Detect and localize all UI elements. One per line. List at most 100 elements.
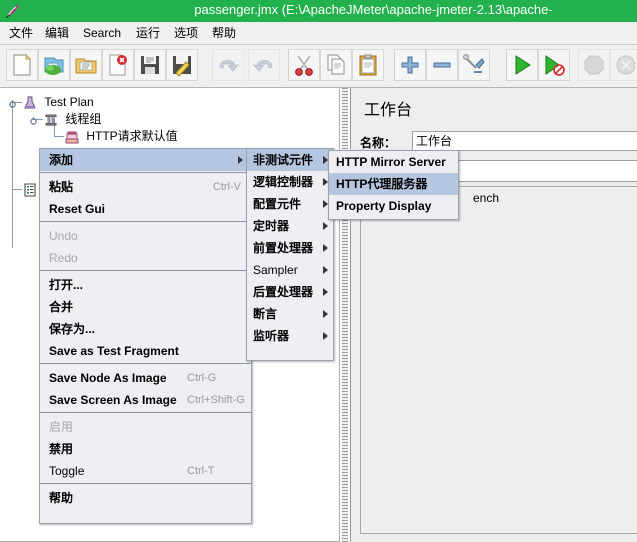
submenu-item-config-element[interactable]: 配置元件 xyxy=(247,193,333,215)
context-menu-item-enable[interactable]: 启用 xyxy=(40,416,251,438)
tree-node-label: HTTP请求默认值 xyxy=(86,129,178,144)
copy-pages-icon xyxy=(321,53,351,77)
workbench-description-box xyxy=(360,186,637,534)
new-document-icon xyxy=(7,53,37,77)
shutdown-button[interactable] xyxy=(610,49,637,81)
toggle-button[interactable] xyxy=(458,49,490,81)
start-no-pause-button[interactable] xyxy=(538,49,570,81)
context-menu-item-reset-gui[interactable]: Reset Gui xyxy=(40,198,251,220)
submenu-item-timer[interactable]: 定时器 xyxy=(247,215,333,237)
context-menu-item-save-as[interactable]: 保存为... xyxy=(40,318,251,340)
new-button[interactable] xyxy=(6,49,38,81)
redo-arrow-icon xyxy=(249,53,279,77)
context-menu-item-redo[interactable]: Redo xyxy=(40,247,251,269)
tree-node-thread-group[interactable]: 线程组 xyxy=(43,111,101,128)
context-menu-item-disable[interactable]: 禁用 xyxy=(40,438,251,460)
chevron-right-icon xyxy=(323,332,328,340)
submenu-item-assertions[interactable]: 断言 xyxy=(247,303,333,325)
menu-run[interactable]: 运行 xyxy=(131,24,165,42)
add-submenu[interactable]: 非测试元件 逻辑控制器 配置元件 定时器 前置处理器 Sampler 后置处理器… xyxy=(246,148,334,361)
open-button[interactable] xyxy=(70,49,102,81)
tree-node-test-plan[interactable]: Test Plan xyxy=(22,94,94,111)
test-plan-flask-icon xyxy=(22,95,38,111)
menu-edit[interactable]: 编辑 xyxy=(40,24,74,42)
context-menu-item-save-as-test-fragment[interactable]: Save as Test Fragment xyxy=(40,340,251,362)
tree-line-to-workbench xyxy=(12,189,22,190)
window-title: passenger.jmx (E:\ApacheJMeter\apache-jm… xyxy=(194,2,553,17)
redo-button[interactable] xyxy=(248,49,280,81)
green-play-no-timer-icon xyxy=(539,53,569,77)
clipboard-paste-icon xyxy=(353,53,383,77)
submenu-item-sampler[interactable]: Sampler xyxy=(247,259,333,281)
workbench-description-text: ench xyxy=(473,191,500,205)
minus-icon xyxy=(427,53,457,77)
tree-line-root xyxy=(12,102,13,248)
name-input[interactable]: 工作台 xyxy=(412,131,637,151)
chevron-right-icon xyxy=(323,222,328,230)
green-play-icon xyxy=(507,53,537,77)
submenu-item-logic-controller[interactable]: 逻辑控制器 xyxy=(247,171,333,193)
templates-icon xyxy=(39,53,69,77)
submenu-item-pre-processor[interactable]: 前置处理器 xyxy=(247,237,333,259)
context-menu-item-help[interactable]: 帮助 xyxy=(40,487,251,509)
save-button[interactable] xyxy=(134,49,166,81)
menu-options[interactable]: 选项 xyxy=(169,24,203,42)
stop-button[interactable] xyxy=(578,49,610,81)
submenu-item-listener[interactable]: 监听器 xyxy=(247,325,333,347)
chevron-right-icon xyxy=(323,266,328,274)
window-title-bar: passenger.jmx (E:\ApacheJMeter\apache-jm… xyxy=(0,0,637,22)
copy-button[interactable] xyxy=(320,49,352,81)
menu-search[interactable]: Search xyxy=(78,24,126,42)
context-menu-item-undo[interactable]: Undo xyxy=(40,225,251,247)
context-menu-item-open[interactable]: 打开... xyxy=(40,274,251,296)
submenu-item-post-processor[interactable]: 后置处理器 xyxy=(247,281,333,303)
chevron-right-icon xyxy=(323,244,328,252)
context-menu-item-save-node-as-image[interactable]: Save Node As Image Ctrl-G xyxy=(40,367,251,389)
save-as-pencil-icon xyxy=(167,53,197,77)
tree-node-http-defaults[interactable]: HTTP请求默认值 xyxy=(64,128,178,145)
tree-line-to-http-defaults xyxy=(54,136,64,137)
context-menu-item-paste[interactable]: 粘贴 Ctrl-V xyxy=(40,176,251,198)
shutdown-circle-icon xyxy=(611,53,637,77)
chevron-right-icon xyxy=(238,156,243,164)
tree-expand-handle-test-plan[interactable] xyxy=(8,98,17,108)
workbench-icon xyxy=(22,182,38,198)
non-test-elements-submenu[interactable]: HTTP Mirror Server HTTP代理服务器 Property Di… xyxy=(328,150,459,220)
tree-node-label: Test Plan xyxy=(44,95,94,110)
page-title: 工作台 xyxy=(364,102,413,119)
context-menu-item-add[interactable]: 添加 xyxy=(40,149,251,171)
submenu-item-property-display[interactable]: Property Display xyxy=(329,195,458,217)
menu-bar: 文件 编辑 Search 运行 选项 帮助 xyxy=(0,22,637,45)
undo-arrow-icon xyxy=(213,53,243,77)
chevron-right-icon xyxy=(323,310,328,318)
main-toolbar xyxy=(0,45,637,88)
submenu-item-non-test-elements[interactable]: 非测试元件 xyxy=(247,149,333,171)
context-menu-item-save-screen-as-image[interactable]: Save Screen As Image Ctrl+Shift-G xyxy=(40,389,251,411)
http-defaults-icon xyxy=(64,129,80,145)
collapse-all-button[interactable] xyxy=(426,49,458,81)
thread-group-icon xyxy=(43,112,59,128)
close-button[interactable] xyxy=(102,49,134,81)
menu-help[interactable]: 帮助 xyxy=(207,24,241,42)
menu-file[interactable]: 文件 xyxy=(4,24,38,42)
cut-button[interactable] xyxy=(288,49,320,81)
start-button[interactable] xyxy=(506,49,538,81)
expand-all-button[interactable] xyxy=(394,49,426,81)
chevron-right-icon xyxy=(323,288,328,296)
undo-button[interactable] xyxy=(212,49,244,81)
tree-expand-handle-thread-group[interactable] xyxy=(29,115,38,125)
templates-button[interactable] xyxy=(38,49,70,81)
scissors-icon xyxy=(289,53,319,77)
tree-node-label: 线程组 xyxy=(65,112,102,127)
name-field-label: 名称： xyxy=(360,136,397,150)
submenu-item-http-mirror-server[interactable]: HTTP Mirror Server xyxy=(329,151,458,173)
paste-button[interactable] xyxy=(352,49,384,81)
context-menu-item-toggle[interactable]: Toggle Ctrl-T xyxy=(40,460,251,482)
tree-context-menu[interactable]: 添加 粘贴 Ctrl-V Reset Gui Undo Redo 打开... 合… xyxy=(39,148,252,524)
open-folder-icon xyxy=(71,53,101,77)
context-menu-item-merge[interactable]: 合并 xyxy=(40,296,251,318)
toggle-wrench-icon xyxy=(459,53,489,77)
save-as-button[interactable] xyxy=(166,49,198,81)
submenu-item-http-proxy-server[interactable]: HTTP代理服务器 xyxy=(329,173,458,195)
floppy-save-icon xyxy=(135,53,165,77)
